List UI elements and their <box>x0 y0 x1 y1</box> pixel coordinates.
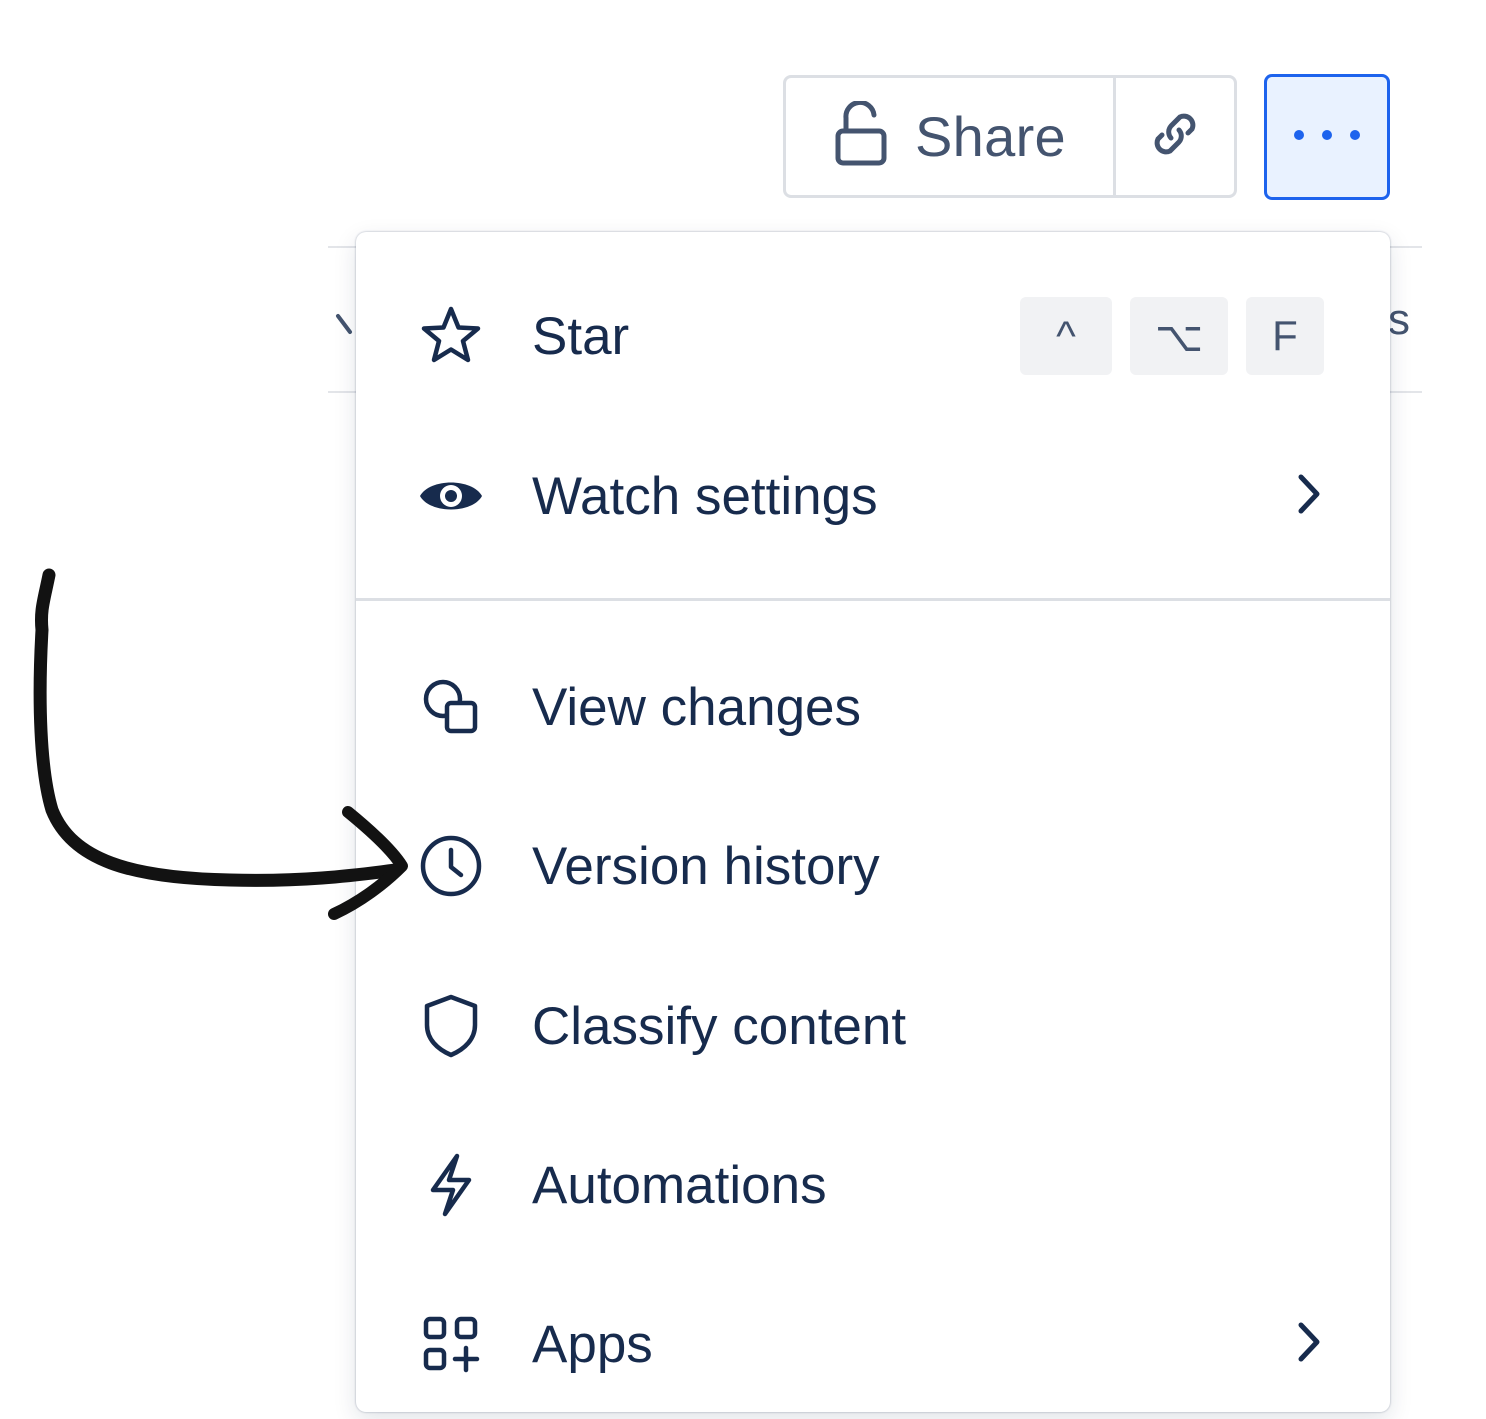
menu-item-label: Star <box>532 306 630 366</box>
shield-icon <box>418 993 484 1059</box>
shortcut-key-f: F <box>1246 297 1324 375</box>
menu-item-apps[interactable]: Apps <box>356 1269 1390 1419</box>
menu-item-version-history[interactable]: Version history <box>356 791 1390 941</box>
menu-item-label: Automations <box>532 1155 827 1215</box>
star-icon <box>418 303 484 369</box>
chevron-right-icon <box>1294 472 1324 521</box>
view-changes-icon <box>418 674 484 740</box>
menu-item-label: View changes <box>532 677 862 737</box>
background-partial-text: s <box>1388 295 1410 344</box>
menu-item-watch-settings[interactable]: Watch settings <box>356 421 1390 571</box>
more-actions-button[interactable] <box>1264 74 1390 200</box>
menu-item-label: Classify content <box>532 996 907 1056</box>
eye-icon <box>418 463 484 529</box>
menu-divider <box>356 598 1390 601</box>
menu-item-label: Version history <box>532 836 880 896</box>
menu-item-automations[interactable]: Automations <box>356 1110 1390 1260</box>
copy-link-button[interactable] <box>1116 78 1234 195</box>
share-button[interactable]: Share <box>786 78 1116 195</box>
apps-icon <box>418 1311 484 1377</box>
menu-item-star[interactable]: Star ^ ⌥ F <box>356 261 1390 411</box>
unlock-icon <box>833 99 889 172</box>
menu-item-label: Watch settings <box>532 466 878 526</box>
menu-item-view-changes[interactable]: View changes <box>356 632 1390 782</box>
menu-item-classify-content[interactable]: Classify content <box>356 951 1390 1101</box>
lightning-icon <box>418 1152 484 1218</box>
chevron-right-icon <box>1294 1320 1324 1369</box>
shortcut-key-option: ⌥ <box>1130 297 1228 375</box>
more-actions-menu: Star ^ ⌥ F Watch settings View changes V… <box>356 232 1390 1412</box>
more-horizontal-icon <box>1291 127 1363 148</box>
share-button-group: Share <box>783 75 1237 198</box>
clock-icon <box>418 833 484 899</box>
share-button-label: Share <box>915 105 1066 168</box>
shortcut-key-ctrl: ^ <box>1020 297 1112 375</box>
menu-item-label: Apps <box>532 1314 653 1374</box>
link-icon <box>1145 104 1205 169</box>
